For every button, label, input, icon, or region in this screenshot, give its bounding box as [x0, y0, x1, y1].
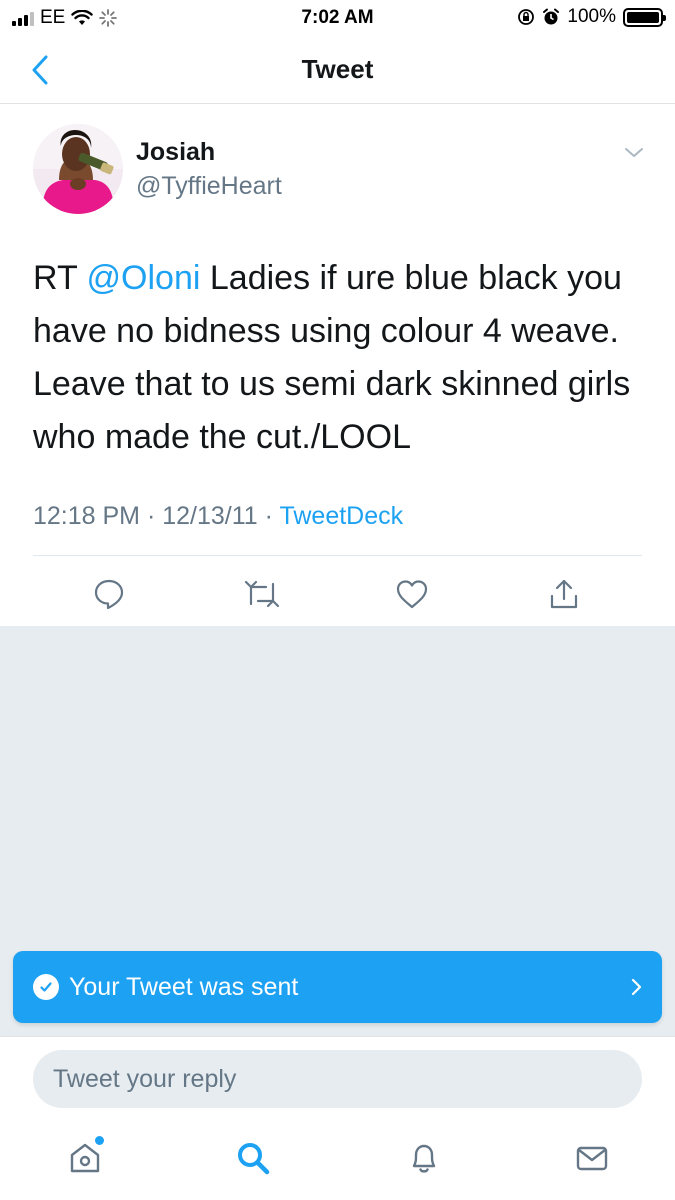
- battery-percent: 100%: [567, 6, 616, 27]
- bell-icon: [412, 1144, 436, 1173]
- speech-bubble-icon: [94, 579, 124, 610]
- retweet-icon: [244, 580, 280, 608]
- avatar-photo: [33, 124, 123, 214]
- tab-notifications[interactable]: [402, 1136, 446, 1180]
- empty-replies-area: Your Tweet was sent: [0, 626, 675, 1036]
- heart-icon: [396, 580, 428, 609]
- status-bar: EE 7:02 AM 100%: [0, 0, 675, 36]
- tweet-source-link[interactable]: TweetDeck: [279, 502, 403, 530]
- nav-bar: Tweet: [0, 36, 675, 104]
- like-button[interactable]: [394, 576, 430, 612]
- tweet-text: RT @Oloni Ladies if ure blue black you h…: [33, 252, 648, 464]
- reply-input[interactable]: [33, 1050, 642, 1108]
- share-icon: [550, 579, 578, 609]
- author-name[interactable]: Josiah: [136, 138, 215, 167]
- check-circle-icon: [33, 974, 59, 1000]
- tweet-time: 12:18 PM: [33, 502, 141, 530]
- envelope-icon: [576, 1146, 608, 1171]
- reply-bar: [0, 1036, 675, 1120]
- mention-link[interactable]: @Oloni: [87, 259, 201, 297]
- search-icon: [238, 1143, 270, 1175]
- tweet-text-prefix: RT: [33, 259, 87, 297]
- status-right: 100%: [517, 6, 666, 28]
- new-content-indicator: [95, 1136, 104, 1145]
- tab-home[interactable]: [63, 1136, 107, 1180]
- share-button[interactable]: [546, 576, 582, 612]
- chevron-down-icon: [625, 148, 643, 157]
- home-icon: [70, 1143, 100, 1173]
- orientation-lock-icon: [518, 9, 535, 25]
- tweet-options-button[interactable]: [619, 140, 649, 164]
- tab-bar: [0, 1120, 675, 1200]
- reply-button[interactable]: [91, 576, 127, 612]
- toast-message: Your Tweet was sent: [69, 973, 299, 1001]
- avatar[interactable]: [33, 124, 123, 214]
- tweet-sent-toast[interactable]: Your Tweet was sent: [13, 951, 662, 1023]
- tweet-actions: [0, 556, 675, 626]
- tab-messages[interactable]: [570, 1136, 614, 1180]
- meta-separator: ·: [257, 502, 280, 530]
- tab-search[interactable]: [231, 1136, 275, 1180]
- meta-separator: ·: [140, 502, 163, 530]
- tweet-meta: 12:18 PM · 12/13/11 · TweetDeck: [33, 502, 403, 531]
- battery-icon: [623, 7, 666, 27]
- page-title: Tweet: [301, 54, 374, 84]
- tweet-date: 12/13/11: [162, 502, 258, 530]
- retweet-button[interactable]: [244, 576, 280, 612]
- alarm-icon: [543, 8, 560, 25]
- author-handle[interactable]: @TyffieHeart: [136, 172, 282, 201]
- chevron-right-icon: [631, 978, 642, 996]
- tweet-detail: Josiah @TyffieHeart RT @Oloni Ladies if …: [0, 104, 675, 626]
